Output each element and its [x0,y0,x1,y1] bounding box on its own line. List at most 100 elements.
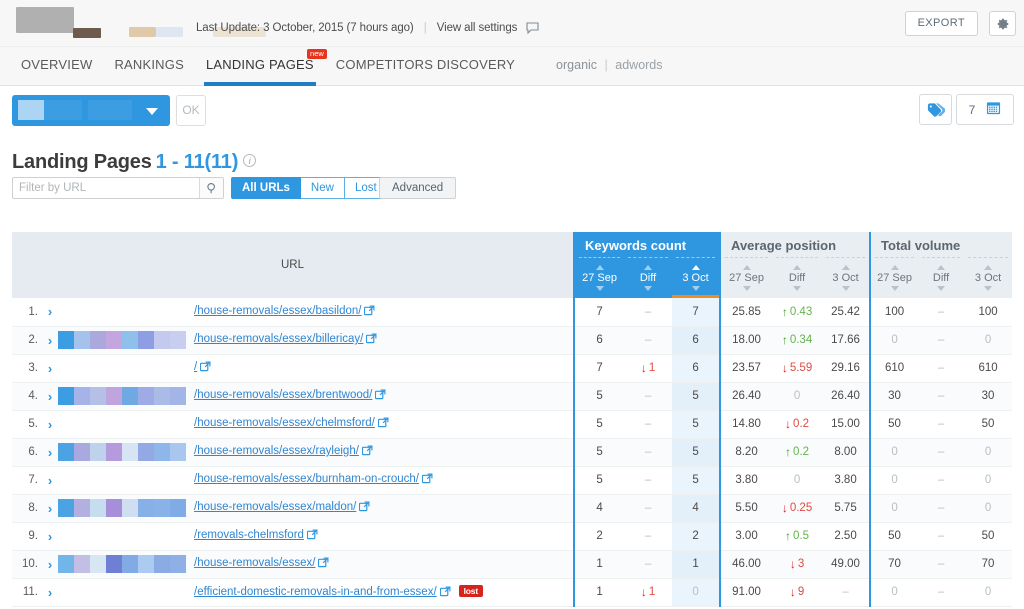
sort-volume-27sep[interactable]: 27 Sep [869,257,919,298]
table-row[interactable]: 11. › /efficient-domestic-removals-in-and-… [12,578,1013,607]
table-row[interactable]: 3. ›/7 ↓ 1 6 23.57 ↓ 5.59 29.16 610–610 [12,354,1013,383]
sort-keywords-27sep[interactable]: 27 Sep [573,257,625,298]
url-bar-cell [58,578,186,607]
tab-overview[interactable]: OVERVIEW [10,47,103,86]
url-link[interactable]: /house-removals/essex/brentwood/ [194,389,372,401]
sort-keywords-3oct[interactable]: 3 Oct [672,257,721,298]
row-index: 3. [12,354,42,383]
url-filter [12,177,224,199]
arrow-down-icon: ↓ [640,585,647,599]
url-link[interactable]: /house-removals/essex/basildon/ [194,305,361,317]
segment-all-urls[interactable]: All URLs [231,177,301,199]
expand-row-chevron-icon[interactable]: › [42,578,58,607]
gear-icon[interactable] [989,11,1016,36]
table-row[interactable]: 10. ›/house-removals/essex/1–1 46.00 ↓ 3 49.0… [12,550,1013,579]
expand-row-chevron-icon[interactable]: › [42,466,58,495]
external-link-icon[interactable] [377,417,389,431]
segment-new[interactable]: New [300,177,345,199]
url-cell: /house-removals/essex/ [186,550,575,579]
search-icon[interactable] [199,178,223,198]
info-icon[interactable]: i [243,154,257,167]
project-dropdown[interactable] [12,95,170,126]
sort-keywords-diff[interactable]: Diff [624,257,673,298]
expand-row-chevron-icon[interactable]: › [42,438,58,467]
mode-organic[interactable]: organic [556,58,597,72]
expand-row-chevron-icon[interactable]: › [42,382,58,411]
row-index: 10. [12,550,42,579]
expand-row-chevron-icon[interactable]: › [42,326,58,355]
url-cell: /house-removals/essex/billericay/ [186,326,575,355]
advanced-button[interactable]: Advanced [379,177,457,199]
arrow-down-icon: ↓ [781,361,788,375]
chevron-down-icon [146,108,158,115]
view-all-settings-link[interactable]: View all settings [437,22,518,34]
url-link[interactable]: /house-removals/essex/billericay/ [194,333,363,345]
header-url[interactable]: URL [12,232,575,298]
external-link-icon[interactable] [318,557,329,571]
tab-competitors-discovery[interactable]: COMPETITORS DISCOVERY [325,47,526,86]
url-link[interactable]: /house-removals/essex/chelmsford/ [194,417,375,429]
ok-button[interactable]: OK [176,95,206,126]
table-row[interactable]: 1. ›/house-removals/essex/basildon/7–7 25.… [12,298,1013,327]
external-link-icon[interactable] [366,333,377,347]
tab-label: LANDING PAGES [205,57,314,72]
table-row[interactable]: 7. › /house-removals/essex/burnham-on-crou… [12,466,1013,495]
external-link-icon[interactable] [200,361,211,375]
value-cell: 100 [869,298,919,327]
url-link[interactable]: /house-removals/essex/burnham-on-crouch/ [194,473,419,485]
table-row[interactable]: 9. ›/removals-chelmsford 2–2 3.00 ↑ 0.5 2.50 50… [12,522,1013,551]
value-cell: 0 [672,578,721,607]
url-link[interactable]: /house-removals/essex/ [194,557,315,569]
expand-row-chevron-icon[interactable]: › [42,494,58,523]
sort-position-27sep[interactable]: 27 Sep [719,257,773,298]
row-index: 11. [12,578,42,607]
sort-volume-3oct[interactable]: 3 Oct [964,257,1013,298]
expand-row-chevron-icon[interactable]: › [42,522,58,551]
table-row[interactable]: 6. ›/house-removals/essex/rayleigh/5–5 8.2… [12,438,1013,467]
table-row[interactable]: 2. ›/house-removals/essex/billericay/6–6 1… [12,326,1013,355]
expand-row-chevron-icon[interactable]: › [42,550,58,579]
export-button[interactable]: EXPORT [904,11,978,36]
url-link[interactable]: /house-removals/essex/rayleigh/ [194,445,359,457]
external-link-icon[interactable] [439,586,451,600]
speech-bubble-icon[interactable] [526,22,539,37]
url-link[interactable]: /house-removals/essex/maldon/ [194,501,356,513]
sort-volume-diff[interactable]: Diff [918,257,965,298]
expand-row-chevron-icon[interactable]: › [42,410,58,439]
table-row[interactable]: 8. ›/house-removals/essex/maldon/4–4 5.50 ↓… [12,494,1013,523]
arrow-down-icon: ↓ [640,361,647,375]
diff-cell: – [918,494,965,523]
date-range-button[interactable]: 7 [956,94,1014,125]
external-link-icon[interactable] [364,305,375,319]
arrow-down-icon: ↓ [785,417,792,431]
page-title-row: Landing Pages 1 - 11(11) i [0,141,1024,177]
row-index: 9. [12,522,42,551]
external-link-icon[interactable] [361,445,373,459]
url-link[interactable]: / [194,361,197,373]
table-row[interactable]: 4. ›/house-removals/essex/brentwood/5–5 26… [12,382,1013,411]
external-link-icon[interactable] [359,501,370,515]
external-link-icon[interactable] [306,529,318,543]
url-link[interactable]: /removals-chelmsford [194,529,304,541]
sort-position-3oct[interactable]: 3 Oct [822,257,871,298]
diff-cell: ↑ 0.5 [772,522,823,551]
expand-row-chevron-icon[interactable]: › [42,354,58,383]
tab-rankings[interactable]: RANKINGS [103,47,195,86]
sort-position-diff[interactable]: Diff [772,257,823,298]
diff-cell: 0 [772,382,823,411]
expand-row-chevron-icon[interactable]: › [42,298,58,327]
search-input[interactable] [13,178,199,198]
toolbar-row: OK 7 [0,86,1024,141]
arrow-down-icon: ↓ [781,501,788,515]
url-link[interactable]: /efficient-domestic-removals-in-and-from… [194,586,437,598]
value-cell: 4 [573,494,625,523]
value-cell: 6 [573,326,625,355]
tags-icon[interactable] [919,94,952,125]
tab-landing-pages[interactable]: LANDING PAGES new [195,47,327,86]
mode-adwords[interactable]: adwords [615,58,662,72]
external-link-icon[interactable] [375,389,386,403]
external-link-icon[interactable] [421,473,433,487]
value-cell: 15.00 [822,410,871,439]
url-bar-cell [58,382,186,411]
table-row[interactable]: 5. ›/house-removals/essex/chelmsford/5–5 1… [12,410,1013,439]
